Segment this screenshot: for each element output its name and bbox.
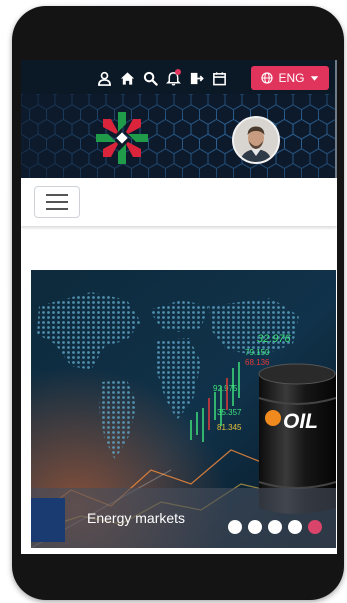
slide-title: Energy markets bbox=[87, 510, 186, 526]
search-icon[interactable] bbox=[142, 70, 158, 86]
hamburger-line bbox=[46, 194, 68, 196]
logo bbox=[96, 112, 148, 164]
carousel-dot[interactable] bbox=[288, 520, 302, 534]
ticker-value: 32.976 bbox=[257, 333, 292, 345]
phone-frame: ENG 32.976 79.150 68.136 92.975 35.357 8… bbox=[12, 6, 344, 600]
home-icon[interactable] bbox=[119, 70, 135, 86]
carousel-dot[interactable] bbox=[248, 520, 262, 534]
calendar-icon[interactable] bbox=[211, 70, 227, 86]
carousel-indicators bbox=[228, 520, 322, 534]
caret-down-icon bbox=[310, 75, 318, 81]
globe-icon bbox=[261, 72, 274, 84]
carousel-dot[interactable] bbox=[268, 520, 282, 534]
ticker-value: 92.975 bbox=[213, 384, 238, 393]
sign-out-icon[interactable] bbox=[188, 70, 204, 86]
caption-accent bbox=[31, 498, 65, 542]
screen: ENG 32.976 79.150 68.136 92.975 35.357 8… bbox=[21, 60, 337, 554]
carousel-caption: Energy markets bbox=[31, 488, 336, 548]
hex-pattern bbox=[21, 90, 337, 178]
hero-carousel[interactable]: 32.976 79.150 68.136 92.975 35.357 81.34… bbox=[31, 270, 336, 548]
bell-icon[interactable] bbox=[165, 69, 181, 86]
carousel-dot-active[interactable] bbox=[308, 520, 322, 534]
header-edge bbox=[335, 60, 337, 178]
ticker-value: 79.150 bbox=[245, 348, 270, 357]
header-icons bbox=[96, 69, 227, 86]
hamburger-line bbox=[46, 208, 68, 210]
notification-dot bbox=[175, 69, 181, 75]
header-bar: ENG bbox=[21, 60, 337, 178]
menu-toggle-button[interactable] bbox=[34, 186, 80, 218]
carousel-dot[interactable] bbox=[228, 520, 242, 534]
language-button[interactable]: ENG bbox=[251, 66, 329, 90]
user-icon[interactable] bbox=[96, 70, 112, 86]
ticker-value: 68.136 bbox=[245, 358, 270, 367]
barrel-label: OIL bbox=[283, 410, 318, 433]
user-avatar[interactable] bbox=[232, 116, 280, 164]
language-label: ENG bbox=[278, 71, 305, 85]
hamburger-line bbox=[46, 201, 68, 203]
navbar bbox=[21, 178, 337, 226]
